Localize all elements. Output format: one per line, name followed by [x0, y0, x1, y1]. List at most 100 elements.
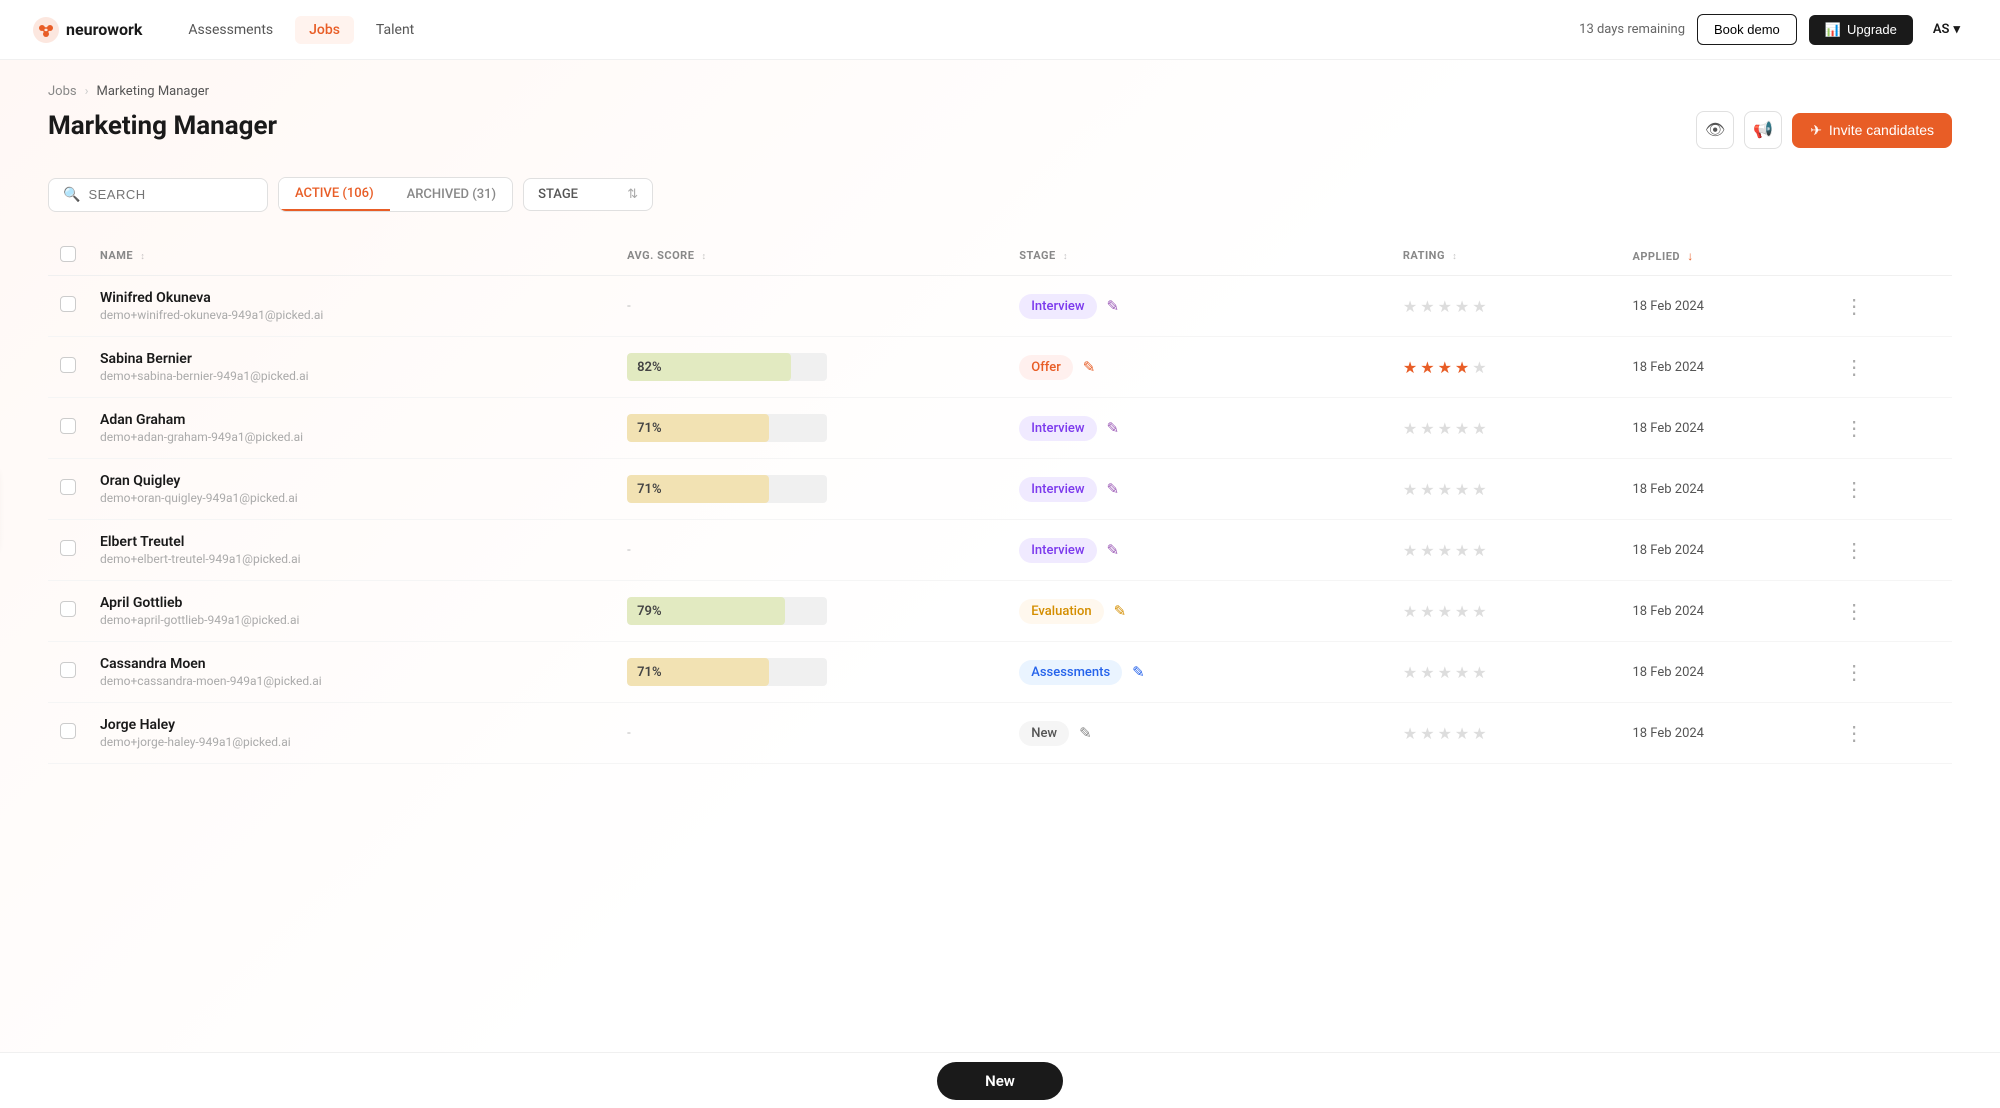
rating-stars[interactable]: ★★★★★	[1403, 358, 1609, 377]
star-4[interactable]: ★	[1455, 663, 1469, 682]
star-2[interactable]: ★	[1420, 358, 1434, 377]
candidate-name-cell[interactable]: Elbert Treutel demo+elbert-treutel-949a1…	[88, 520, 615, 581]
row-checkbox[interactable]	[60, 662, 76, 678]
star-2[interactable]: ★	[1420, 419, 1434, 438]
stage-edit-icon[interactable]: ✎	[1107, 297, 1120, 315]
breadcrumb-parent[interactable]: Jobs	[48, 84, 77, 99]
star-4[interactable]: ★	[1455, 602, 1469, 621]
candidate-name-cell[interactable]: April Gottlieb demo+april-gottlieb-949a1…	[88, 581, 615, 642]
star-1[interactable]: ★	[1403, 358, 1417, 377]
stage-select[interactable]: STAGE ⇅	[523, 178, 653, 211]
more-menu-button[interactable]: ⋮	[1836, 595, 1872, 627]
book-demo-button[interactable]: Book demo	[1697, 14, 1797, 45]
logo[interactable]: neurowork	[32, 16, 142, 44]
star-5[interactable]: ★	[1472, 663, 1486, 682]
new-button[interactable]: New	[937, 1062, 1063, 1100]
stage-edit-icon[interactable]: ✎	[1114, 602, 1127, 620]
more-menu-button[interactable]: ⋮	[1836, 717, 1872, 749]
nav-assessments[interactable]: Assessments	[174, 16, 287, 44]
rating-stars[interactable]: ★★★★★	[1403, 480, 1609, 499]
star-3[interactable]: ★	[1438, 602, 1452, 621]
star-3[interactable]: ★	[1438, 480, 1452, 499]
more-menu-button[interactable]: ⋮	[1836, 473, 1872, 505]
row-checkbox[interactable]	[60, 357, 76, 373]
star-4[interactable]: ★	[1455, 297, 1469, 316]
col-name[interactable]: NAME ↕	[88, 236, 615, 276]
candidate-name-cell[interactable]: Oran Quigley demo+oran-quigley-949a1@pic…	[88, 459, 615, 520]
more-menu-button[interactable]: ⋮	[1836, 351, 1872, 383]
star-5[interactable]: ★	[1472, 297, 1486, 316]
nav-jobs[interactable]: Jobs	[295, 16, 354, 44]
stage-edit-icon[interactable]: ✎	[1079, 724, 1092, 742]
star-1[interactable]: ★	[1403, 419, 1417, 438]
more-menu-button[interactable]: ⋮	[1836, 534, 1872, 566]
star-1[interactable]: ★	[1403, 480, 1417, 499]
stage-edit-icon[interactable]: ✎	[1132, 663, 1145, 681]
row-checkbox[interactable]	[60, 296, 76, 312]
upgrade-button[interactable]: 📊 Upgrade	[1809, 15, 1913, 45]
nav-talent[interactable]: Talent	[362, 16, 428, 44]
star-1[interactable]: ★	[1403, 663, 1417, 682]
stage-edit-icon[interactable]: ✎	[1107, 480, 1120, 498]
star-4[interactable]: ★	[1455, 480, 1469, 499]
stage-edit-icon[interactable]: ✎	[1107, 419, 1120, 437]
star-5[interactable]: ★	[1472, 358, 1486, 377]
candidate-name-cell[interactable]: Adan Graham demo+adan-graham-949a1@picke…	[88, 398, 615, 459]
star-1[interactable]: ★	[1403, 724, 1417, 743]
stage-badge[interactable]: Interview	[1019, 477, 1096, 502]
stage-badge[interactable]: Interview	[1019, 416, 1096, 441]
row-checkbox[interactable]	[60, 479, 76, 495]
stage-badge[interactable]: Evaluation	[1019, 599, 1103, 624]
table-row[interactable]: Sabina Bernier demo+sabina-bernier-949a1…	[48, 337, 1952, 398]
star-4[interactable]: ★	[1455, 358, 1469, 377]
candidate-name-cell[interactable]: Jorge Haley demo+jorge-haley-949a1@picke…	[88, 703, 615, 764]
preview-button[interactable]: 👁	[1696, 111, 1734, 149]
star-4[interactable]: ★	[1455, 541, 1469, 560]
table-row[interactable]: Jorge Haley demo+jorge-haley-949a1@picke…	[48, 703, 1952, 764]
star-2[interactable]: ★	[1420, 541, 1434, 560]
stage-badge[interactable]: New	[1019, 721, 1069, 746]
col-stage[interactable]: STAGE ↕	[1007, 236, 1391, 276]
candidate-name-cell[interactable]: Cassandra Moen demo+cassandra-moen-949a1…	[88, 642, 615, 703]
rating-stars[interactable]: ★★★★★	[1403, 602, 1609, 621]
rating-stars[interactable]: ★★★★★	[1403, 724, 1609, 743]
table-row[interactable]: April Gottlieb demo+april-gottlieb-949a1…	[48, 581, 1952, 642]
star-2[interactable]: ★	[1420, 663, 1434, 682]
star-3[interactable]: ★	[1438, 358, 1452, 377]
share-button[interactable]: 📢	[1744, 111, 1782, 149]
stage-badge[interactable]: Assessments	[1019, 660, 1122, 685]
star-3[interactable]: ★	[1438, 724, 1452, 743]
stage-edit-icon[interactable]: ✎	[1083, 358, 1096, 376]
star-4[interactable]: ★	[1455, 419, 1469, 438]
star-2[interactable]: ★	[1420, 480, 1434, 499]
tab-archived[interactable]: ARCHIVED (31)	[391, 179, 512, 210]
star-3[interactable]: ★	[1438, 297, 1452, 316]
star-3[interactable]: ★	[1438, 419, 1452, 438]
rating-stars[interactable]: ★★★★★	[1403, 297, 1609, 316]
rating-stars[interactable]: ★★★★★	[1403, 419, 1609, 438]
stage-badge[interactable]: Interview	[1019, 294, 1096, 319]
stage-edit-icon[interactable]: ✎	[1107, 541, 1120, 559]
more-menu-button[interactable]: ⋮	[1836, 656, 1872, 688]
col-applied[interactable]: APPLIED ↓	[1620, 236, 1824, 276]
tab-active[interactable]: ACTIVE (106)	[279, 178, 390, 211]
star-5[interactable]: ★	[1472, 724, 1486, 743]
table-row[interactable]: Winifred Okuneva demo+winifred-okuneva-9…	[48, 276, 1952, 337]
row-checkbox[interactable]	[60, 540, 76, 556]
star-3[interactable]: ★	[1438, 541, 1452, 560]
star-2[interactable]: ★	[1420, 724, 1434, 743]
col-rating[interactable]: RATING ↕	[1391, 236, 1621, 276]
row-checkbox[interactable]	[60, 601, 76, 617]
stage-badge[interactable]: Interview	[1019, 538, 1096, 563]
rating-stars[interactable]: ★★★★★	[1403, 663, 1609, 682]
star-1[interactable]: ★	[1403, 297, 1417, 316]
star-1[interactable]: ★	[1403, 541, 1417, 560]
candidate-name-cell[interactable]: Sabina Bernier demo+sabina-bernier-949a1…	[88, 337, 615, 398]
rating-stars[interactable]: ★★★★★	[1403, 541, 1609, 560]
star-1[interactable]: ★	[1403, 602, 1417, 621]
star-5[interactable]: ★	[1472, 602, 1486, 621]
star-3[interactable]: ★	[1438, 663, 1452, 682]
star-5[interactable]: ★	[1472, 541, 1486, 560]
star-2[interactable]: ★	[1420, 602, 1434, 621]
search-input[interactable]	[88, 187, 253, 202]
